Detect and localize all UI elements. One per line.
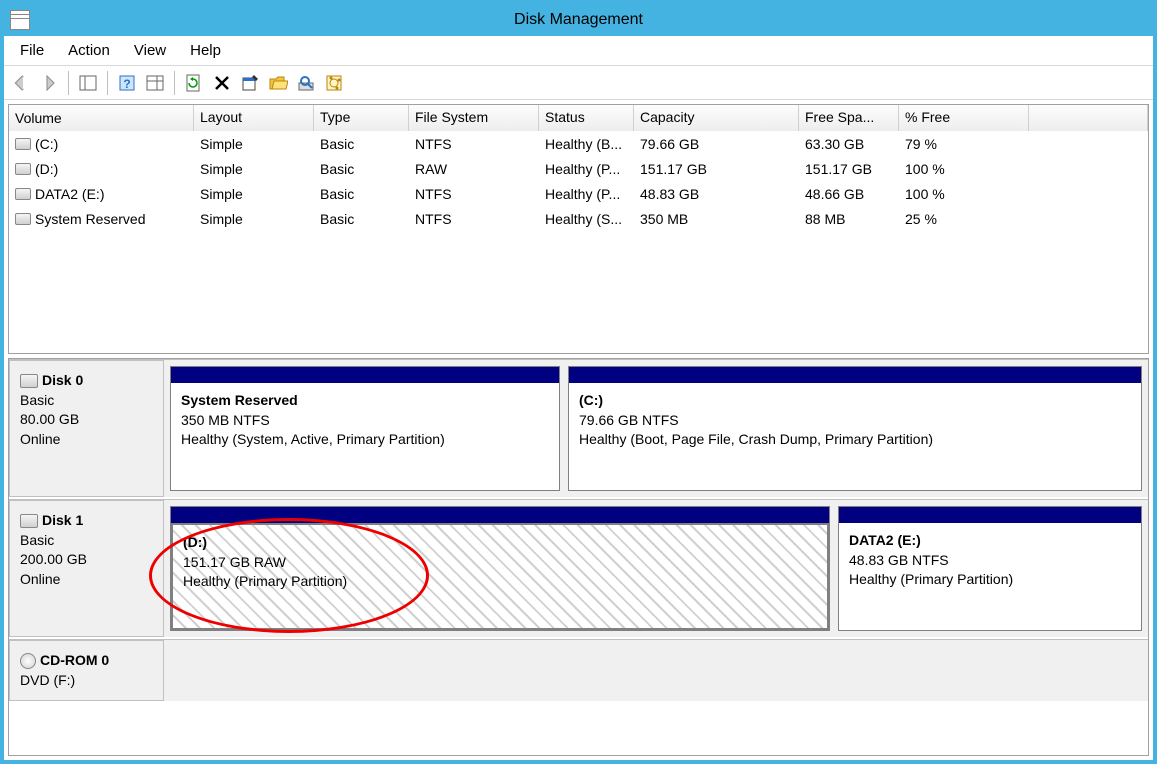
partition-e[interactable]: DATA2 (E:) 48.83 GB NTFS Healthy (Primar… [838, 506, 1142, 631]
volume-row[interactable]: (C:) Simple Basic NTFS Healthy (B... 79.… [9, 131, 1148, 156]
disk-icon [20, 514, 38, 528]
cdrom-icon [20, 653, 36, 669]
drive-icon [15, 163, 31, 175]
show-hide-tree-button[interactable] [75, 70, 101, 96]
menu-file[interactable]: File [8, 38, 56, 63]
svg-text:?: ? [123, 77, 130, 91]
details-button[interactable] [142, 70, 168, 96]
explore-button[interactable] [293, 70, 319, 96]
help-button[interactable]: ? [114, 70, 140, 96]
partition-c[interactable]: (C:) 79.66 GB NTFS Healthy (Boot, Page F… [568, 366, 1142, 491]
open-button[interactable] [265, 70, 291, 96]
properties-button[interactable] [237, 70, 263, 96]
disk-icon [20, 374, 38, 388]
volume-row[interactable]: DATA2 (E:) Simple Basic NTFS Healthy (P.… [9, 181, 1148, 206]
partition-header [839, 507, 1141, 523]
col-cap[interactable]: Capacity [634, 105, 799, 131]
menu-help[interactable]: Help [178, 38, 233, 63]
forward-button[interactable] [36, 70, 62, 96]
col-type[interactable]: Type [314, 105, 409, 131]
col-pct[interactable]: % Free [899, 105, 1029, 131]
refresh-button[interactable] [181, 70, 207, 96]
disk-label-cdrom[interactable]: CD-ROM 0 DVD (F:) [9, 640, 164, 701]
window-title: Disk Management [514, 11, 643, 29]
toolbar: ? [4, 66, 1153, 100]
app-icon [10, 10, 30, 30]
partition-header [171, 367, 559, 383]
back-button[interactable] [8, 70, 34, 96]
title-bar[interactable]: Disk Management [4, 4, 1153, 36]
drive-icon [15, 213, 31, 225]
disk-row-cdrom: CD-ROM 0 DVD (F:) [9, 639, 1148, 703]
disk-management-window: Disk Management File Action View Help ? … [0, 0, 1157, 764]
col-status[interactable]: Status [539, 105, 634, 131]
disk-label-1[interactable]: Disk 1 Basic 200.00 GB Online [9, 500, 164, 637]
rescan-button[interactable] [321, 70, 347, 96]
partition-d[interactable]: (D:) 151.17 GB RAW Healthy (Primary Part… [170, 506, 830, 631]
menu-action[interactable]: Action [56, 38, 122, 63]
drive-icon [15, 138, 31, 150]
disk-row-0: Disk 0 Basic 80.00 GB Online System Rese… [9, 359, 1148, 499]
col-free[interactable]: Free Spa... [799, 105, 899, 131]
disk-label-0[interactable]: Disk 0 Basic 80.00 GB Online [9, 360, 164, 497]
col-volume[interactable]: Volume [9, 105, 194, 131]
col-layout[interactable]: Layout [194, 105, 314, 131]
graphical-view: Disk 0 Basic 80.00 GB Online System Rese… [8, 358, 1149, 756]
partition-system-reserved[interactable]: System Reserved 350 MB NTFS Healthy (Sys… [170, 366, 560, 491]
volume-row[interactable]: System Reserved Simple Basic NTFS Health… [9, 206, 1148, 231]
menu-bar: File Action View Help [4, 36, 1153, 66]
menu-view[interactable]: View [122, 38, 178, 63]
col-fs[interactable]: File System [409, 105, 539, 131]
delete-button[interactable] [209, 70, 235, 96]
column-headers[interactable]: Volume Layout Type File System Status Ca… [9, 105, 1148, 131]
partition-header [569, 367, 1141, 383]
drive-icon [15, 188, 31, 200]
partition-header [171, 507, 829, 523]
volume-row[interactable]: (D:) Simple Basic RAW Healthy (P... 151.… [9, 156, 1148, 181]
disk-row-1: Disk 1 Basic 200.00 GB Online (D:) 151.1… [9, 499, 1148, 639]
volume-list[interactable]: Volume Layout Type File System Status Ca… [8, 104, 1149, 354]
